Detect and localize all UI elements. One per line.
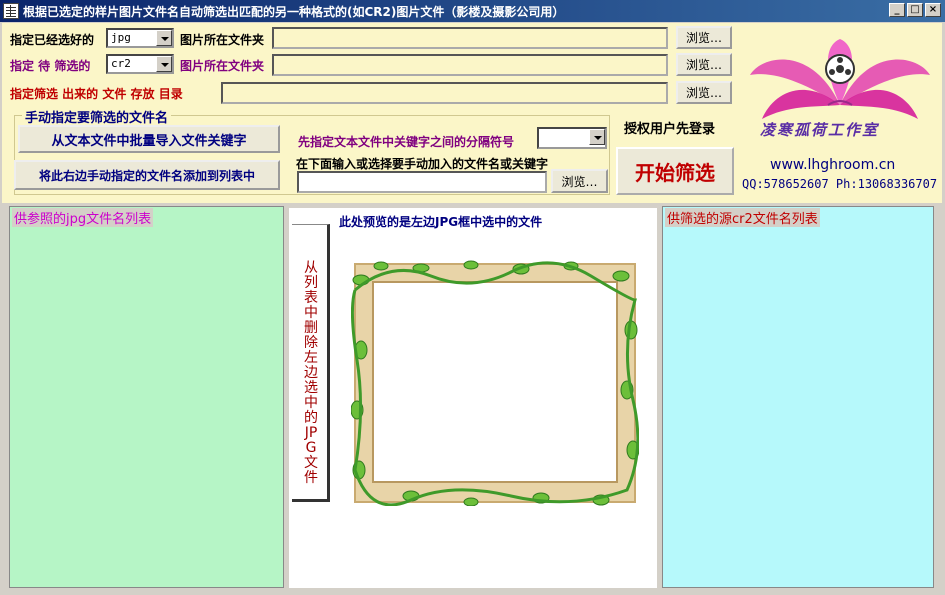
- app-icon[interactable]: [3, 3, 19, 19]
- vine-frame-image: [351, 260, 639, 506]
- manual-keyword-input[interactable]: [297, 171, 547, 193]
- pending-format-label: 指定 待 筛选的: [10, 59, 91, 73]
- cr2-list-caption: 供筛选的源cr2文件名列表: [665, 208, 820, 227]
- jpg-reference-list[interactable]: 供参照的jpg文件名列表: [9, 206, 284, 588]
- selected-format-select[interactable]: jpg: [106, 28, 174, 48]
- browse-pending-button[interactable]: 浏览…: [676, 53, 732, 76]
- chevron-down-icon[interactable]: [589, 129, 605, 145]
- browse-output-button[interactable]: 浏览…: [676, 81, 732, 104]
- lotus-logo-icon: [750, 39, 930, 119]
- selected-folder-label: 图片所在文件夹: [180, 33, 265, 47]
- jpg-list-caption: 供参照的jpg文件名列表: [12, 208, 154, 227]
- chevron-down-icon[interactable]: [156, 30, 172, 46]
- remove-from-list-button[interactable]: 从列表中删除左边选中的JPG文件: [292, 224, 330, 502]
- selected-folder-input[interactable]: [272, 27, 668, 49]
- start-filter-button[interactable]: 开始筛选: [616, 147, 734, 195]
- browse-keyword-button[interactable]: 浏览…: [551, 169, 608, 193]
- chevron-down-icon[interactable]: [156, 56, 172, 72]
- close-button[interactable]: ×: [925, 3, 941, 17]
- maximize-button[interactable]: □: [907, 3, 923, 17]
- separator-select[interactable]: [537, 127, 607, 149]
- add-to-list-button[interactable]: 将此右边手动指定的文件名添加到列表中: [14, 160, 280, 190]
- pending-folder-input[interactable]: [272, 54, 668, 76]
- separator-label: 先指定文本文件中关键字之间的分隔符号: [298, 135, 515, 149]
- selected-format-value: jpg: [111, 31, 131, 44]
- top-panel: 指定已经选好的 jpg 图片所在文件夹 浏览… 指定 待 筛选的 cr2 图片所…: [2, 23, 942, 203]
- manual-group-title: 手动指定要筛选的文件名: [22, 107, 172, 126]
- remove-from-list-label: 从列表中删除左边选中的JPG文件: [304, 260, 318, 486]
- title-bar: 根据已选定的样片图片文件名自动筛选出匹配的另一种格式的(如CR2)图片文件（影楼…: [0, 0, 945, 22]
- studio-contact: QQ:578652607 Ph:13068336707: [742, 177, 938, 191]
- browse-selected-button[interactable]: 浏览…: [676, 26, 732, 49]
- cr2-source-list[interactable]: 供筛选的源cr2文件名列表: [662, 206, 934, 588]
- output-folder-input[interactable]: [221, 82, 668, 104]
- manual-input-label: 在下面输入或选择要手动加入的文件名或关键字: [296, 157, 549, 171]
- preview-caption: 此处预览的是左边JPG框中选中的文件: [339, 215, 543, 229]
- output-folder-label: 指定筛选 出来的 文件 存放 目录: [10, 87, 183, 101]
- preview-area: 此处预览的是左边JPG框中选中的文件 从列表中删除左边选中的JPG文件: [289, 208, 657, 588]
- pending-format-value: cr2: [111, 57, 131, 70]
- pending-folder-label: 图片所在文件夹: [180, 59, 265, 73]
- window-title: 根据已选定的样片图片文件名自动筛选出匹配的另一种格式的(如CR2)图片文件（影楼…: [23, 4, 565, 19]
- auth-login-label[interactable]: 授权用户先登录: [624, 118, 715, 137]
- studio-name: 凌寒孤荷工作室: [760, 121, 880, 139]
- studio-url[interactable]: www.lhghroom.cn: [770, 157, 895, 173]
- selected-format-label: 指定已经选好的: [10, 33, 95, 47]
- minimize-button[interactable]: _: [889, 3, 905, 17]
- import-keywords-button[interactable]: 从文本文件中批量导入文件关键字: [18, 125, 280, 153]
- pending-format-select[interactable]: cr2: [106, 54, 174, 74]
